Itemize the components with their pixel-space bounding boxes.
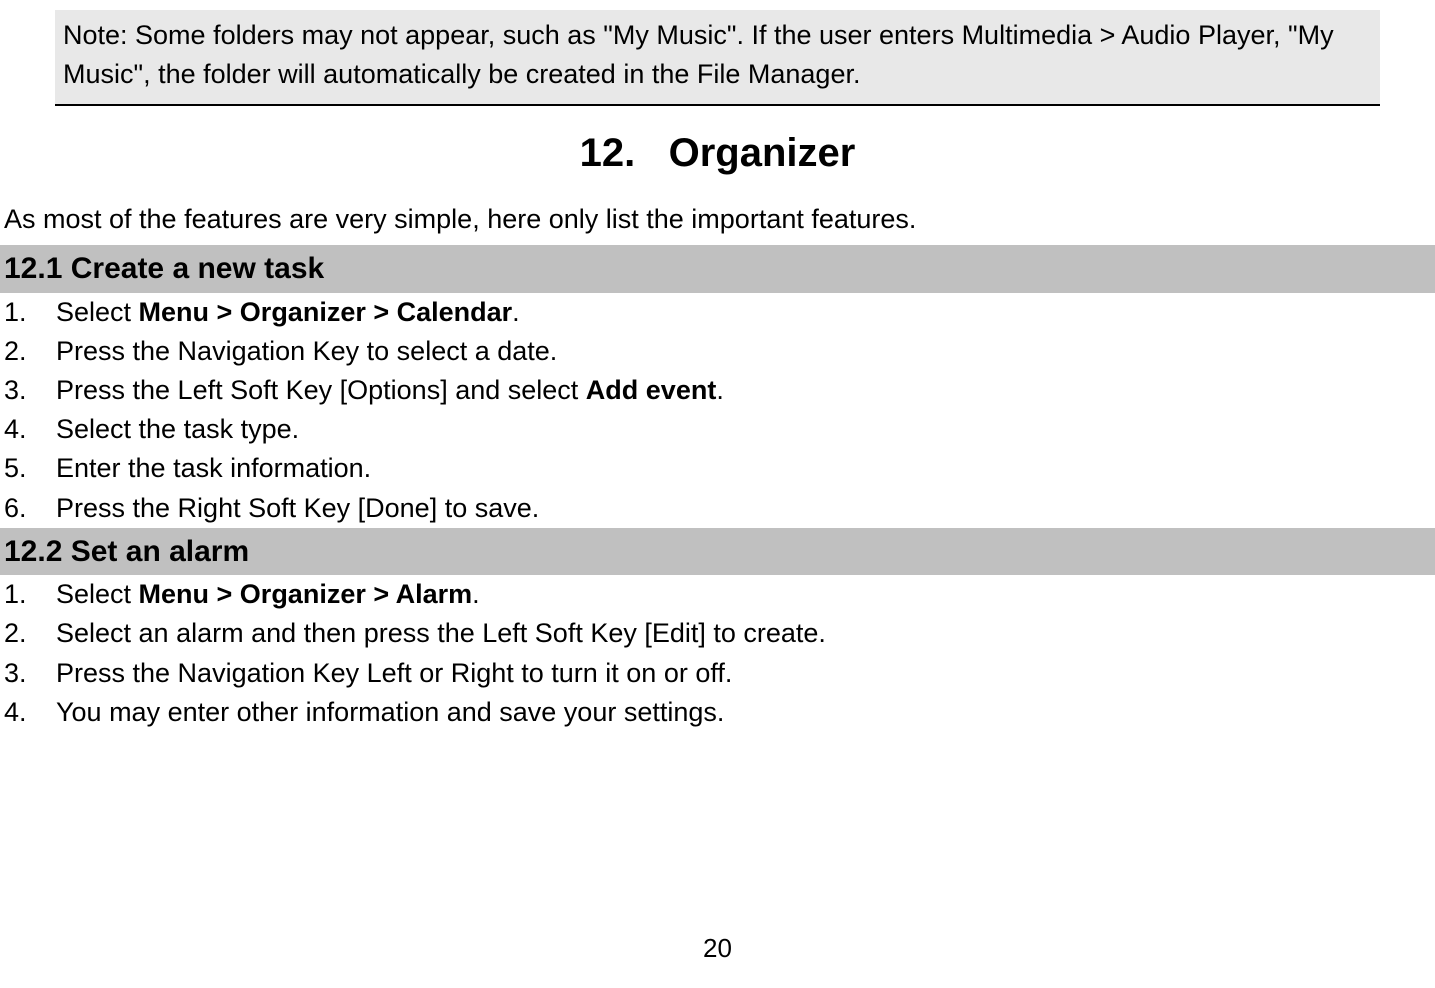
step-text: Select the task type.	[56, 410, 1435, 449]
subsection-number: 12.1	[4, 252, 62, 285]
step-number: 1.	[4, 293, 56, 332]
step-text: Press the Navigation Key Left or Right t…	[56, 654, 1435, 693]
chapter-heading: 12. Organizer	[0, 124, 1435, 182]
list-item: 6. Press the Right Soft Key [Done] to sa…	[4, 489, 1435, 528]
list-item: 2. Select an alarm and then press the Le…	[4, 614, 1435, 653]
step-text: Press the Left Soft Key [Options] and se…	[56, 371, 1435, 410]
step-number: 5.	[4, 449, 56, 488]
step-number: 2.	[4, 614, 56, 653]
list-item: 2. Press the Navigation Key to select a …	[4, 332, 1435, 371]
step-number: 2.	[4, 332, 56, 371]
list-item: 4. You may enter other information and s…	[4, 693, 1435, 732]
subsection-number: 12.2	[4, 535, 62, 568]
step-number: 1.	[4, 575, 56, 614]
step-text: Select Menu > Organizer > Alarm.	[56, 575, 1435, 614]
step-text: Select an alarm and then press the Left …	[56, 614, 1435, 653]
page-container: Note: Some folders may not appear, such …	[0, 0, 1435, 732]
subsection-title: Set an alarm	[71, 535, 249, 568]
note-text: Note: Some folders may not appear, such …	[63, 20, 1334, 89]
step-text: Select Menu > Organizer > Calendar.	[56, 293, 1435, 332]
step-number: 4.	[4, 410, 56, 449]
page-number: 20	[0, 930, 1435, 968]
chapter-title: Organizer	[669, 131, 856, 175]
list-item: 4. Select the task type.	[4, 410, 1435, 449]
subsection-heading-2: 12.2 Set an alarm	[0, 528, 1435, 576]
step-text: Press the Right Soft Key [Done] to save.	[56, 489, 1435, 528]
step-number: 4.	[4, 693, 56, 732]
note-box: Note: Some folders may not appear, such …	[55, 10, 1380, 106]
list-item: 1. Select Menu > Organizer > Calendar.	[4, 293, 1435, 332]
list-item: 3. Press the Navigation Key Left or Righ…	[4, 654, 1435, 693]
subsection-heading-1: 12.1 Create a new task	[0, 245, 1435, 293]
list-item: 5. Enter the task information.	[4, 449, 1435, 488]
chapter-number: 12.	[580, 131, 636, 175]
intro-paragraph: As most of the features are very simple,…	[4, 200, 1435, 239]
intro-text: As most of the features are very simple,…	[4, 204, 916, 234]
list-item: 3. Press the Left Soft Key [Options] and…	[4, 371, 1435, 410]
subsection-title: Create a new task	[71, 252, 324, 285]
list-item: 1. Select Menu > Organizer > Alarm.	[4, 575, 1435, 614]
step-text: Enter the task information.	[56, 449, 1435, 488]
step-number: 3.	[4, 654, 56, 693]
step-text: You may enter other information and save…	[56, 693, 1435, 732]
step-number: 3.	[4, 371, 56, 410]
section2-steps: 1. Select Menu > Organizer > Alarm. 2. S…	[4, 575, 1435, 732]
step-number: 6.	[4, 489, 56, 528]
step-text: Press the Navigation Key to select a dat…	[56, 332, 1435, 371]
section1-steps: 1. Select Menu > Organizer > Calendar. 2…	[4, 293, 1435, 528]
